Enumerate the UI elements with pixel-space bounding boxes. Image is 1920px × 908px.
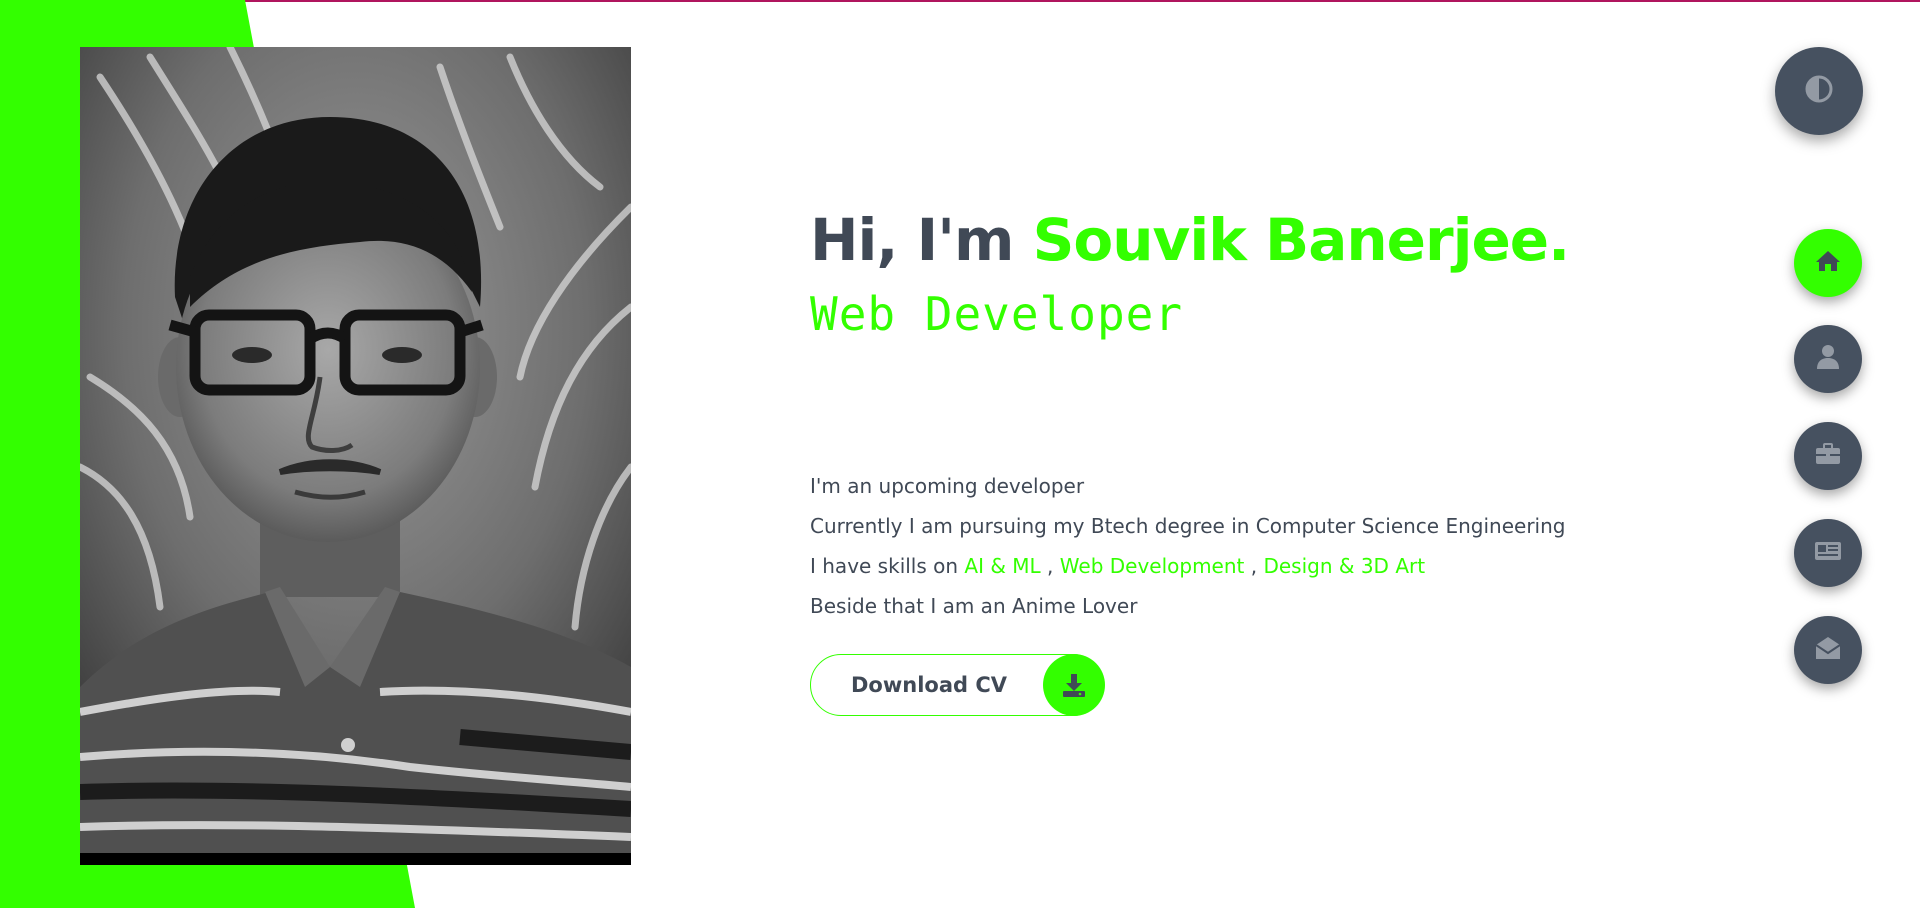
nav-contact-button[interactable] <box>1794 616 1862 684</box>
profile-photo <box>80 47 631 865</box>
download-cv-button[interactable]: Download CV <box>810 653 1105 716</box>
skill-separator: , <box>1040 554 1060 578</box>
newspaper-icon <box>1814 541 1842 566</box>
nav-portfolio-button[interactable] <box>1794 422 1862 490</box>
hero-name: Souvik Banerjee. <box>1032 206 1571 274</box>
skill-web-development: Web Development <box>1059 554 1245 578</box>
contrast-icon <box>1804 74 1834 109</box>
hero-section: Hi, I'm Souvik Banerjee. Web Developer <box>810 200 1710 344</box>
bio-line: Currently I am pursuing my Btech degree … <box>810 514 1566 538</box>
role-title: Web Developer <box>810 287 1184 341</box>
top-accent-line <box>0 0 1920 2</box>
bio-section: I'm an upcoming developer Currently I am… <box>810 466 1710 626</box>
bio-skills-line: I have skills on AI & ML , Web Developme… <box>810 546 1710 586</box>
greeting-heading: Hi, I'm Souvik Banerjee. <box>810 200 1710 280</box>
greeting-prefix: Hi, I'm <box>810 206 1033 274</box>
bio-line: I'm an upcoming developer <box>810 474 1085 498</box>
skills-prefix: I have skills on <box>810 554 965 578</box>
home-icon <box>1815 249 1841 278</box>
briefcase-icon <box>1815 442 1841 470</box>
page: Hi, I'm Souvik Banerjee. Web Developer I… <box>0 0 1920 908</box>
nav-home-button[interactable] <box>1794 229 1862 297</box>
nav-blog-button[interactable] <box>1794 519 1862 587</box>
skill-ai-ml: AI & ML <box>964 554 1041 578</box>
nav-about-button[interactable] <box>1794 325 1862 393</box>
download-icon <box>1043 653 1105 716</box>
theme-toggle-button[interactable] <box>1775 47 1863 135</box>
bio-line: Beside that I am an Anime Lover <box>810 594 1138 618</box>
envelope-open-icon <box>1815 636 1841 665</box>
skill-design-3d-art: Design & 3D Art <box>1263 554 1426 578</box>
user-icon <box>1816 344 1840 375</box>
skill-separator: , <box>1244 554 1264 578</box>
download-cv-label: Download CV <box>851 673 1008 697</box>
